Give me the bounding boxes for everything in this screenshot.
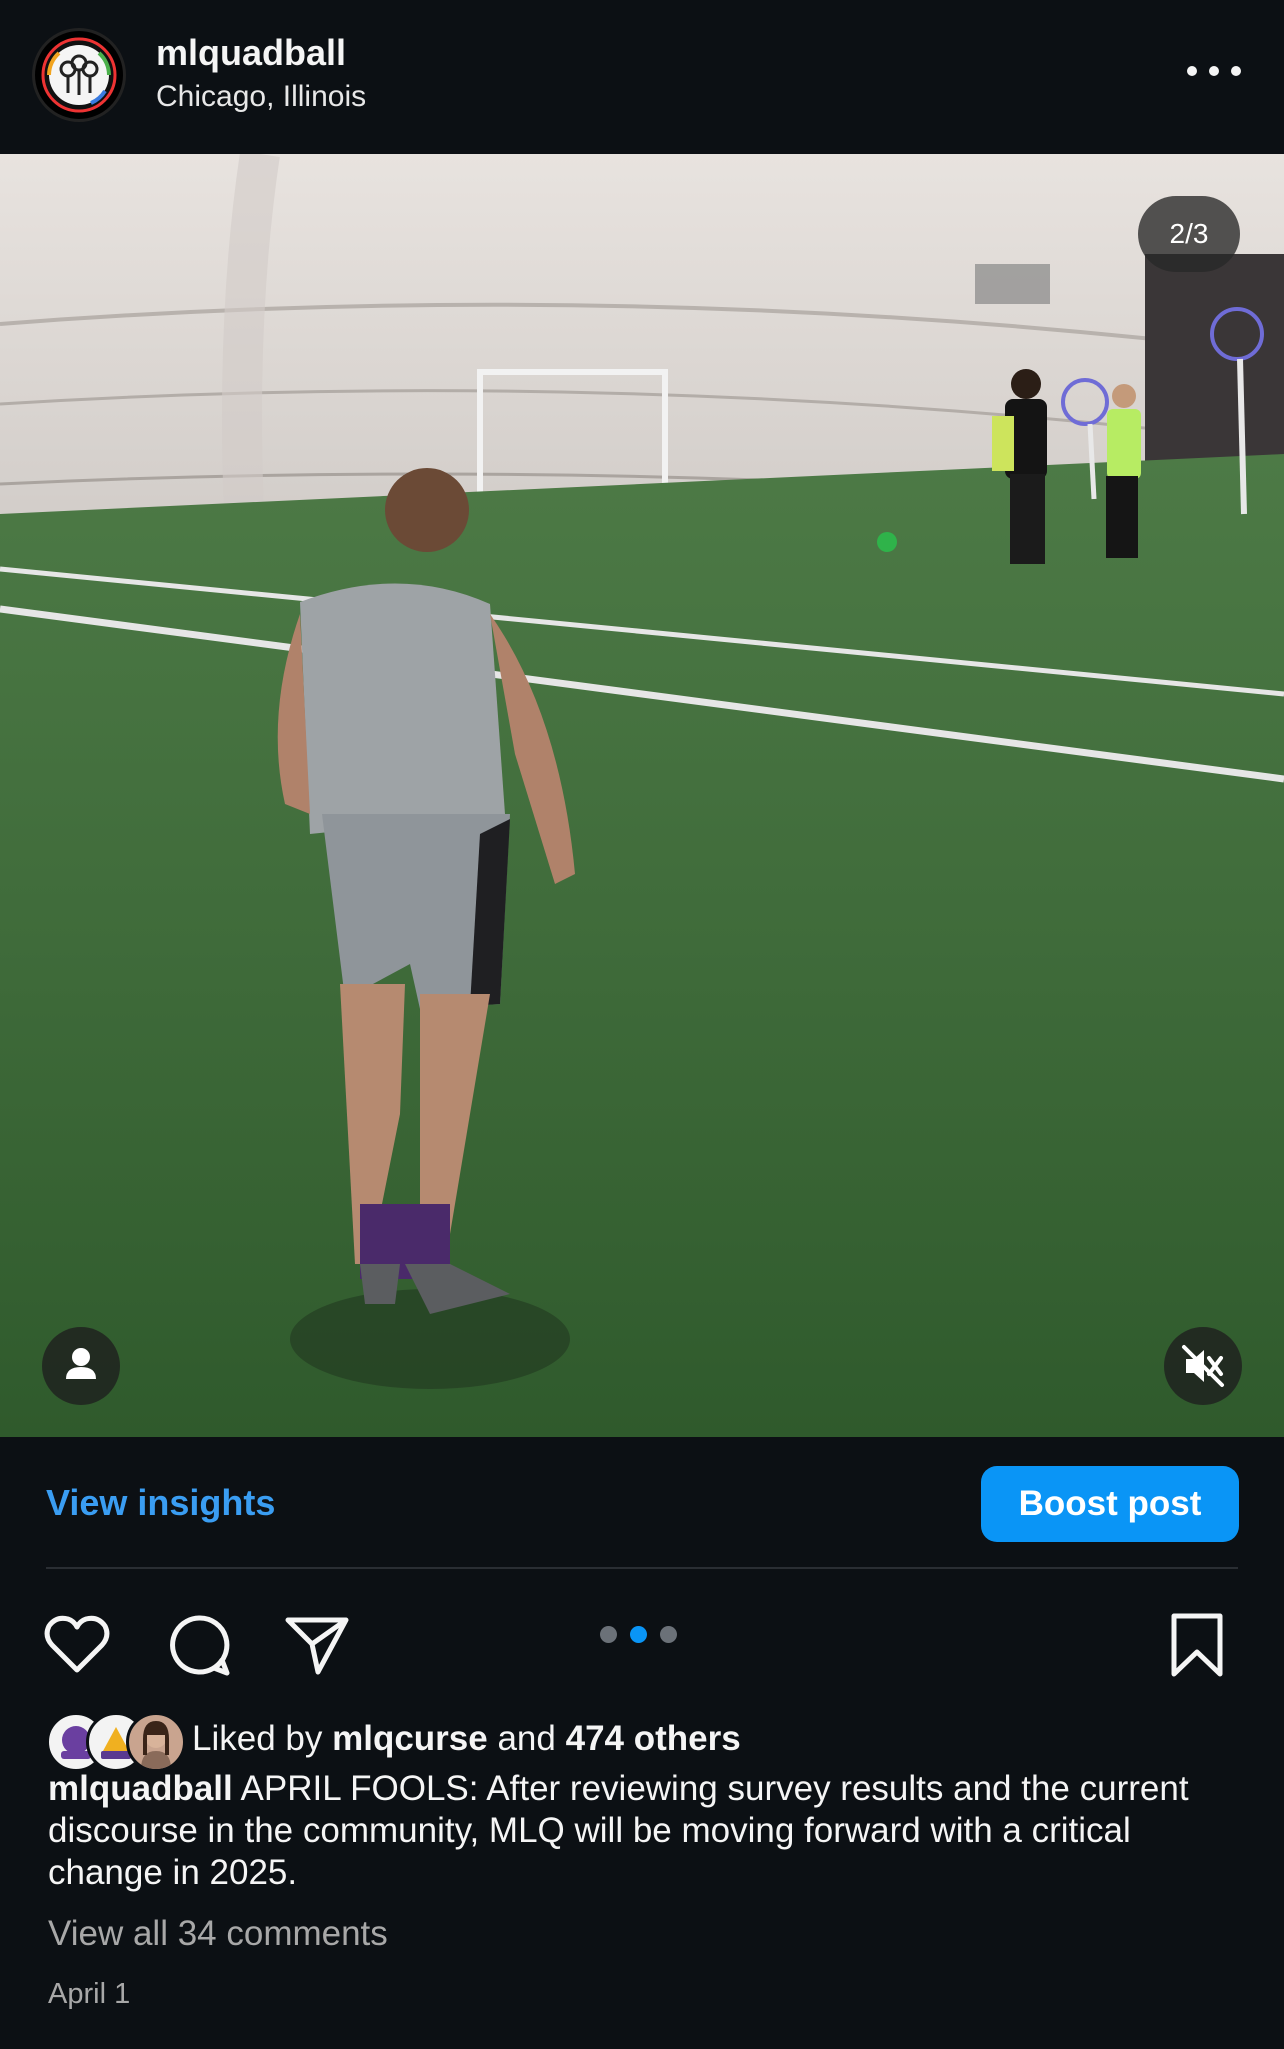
liker-avatar [126,1712,186,1772]
share-paper-plane-icon[interactable] [282,1610,352,1680]
bookmark-save-icon[interactable] [1162,1610,1232,1680]
carousel-dot [600,1626,617,1643]
profile-avatar[interactable] [32,28,126,122]
comment-bubble-icon[interactable] [164,1610,234,1680]
liked-by-prefix: Liked by [192,1719,323,1758]
view-insights-link[interactable]: View insights [46,1482,275,1524]
post-caption: mlquadball APRIL FOOLS: After reviewing … [48,1768,1238,1894]
carousel-counter: 2/3 [1138,196,1240,272]
more-options-icon[interactable] [1184,56,1244,86]
liked-by-connector: and [497,1719,556,1758]
post-username[interactable]: mlquadball [156,32,346,74]
video-frame [0,154,1284,1437]
post-header: mlquadball Chicago, Illinois [0,0,1284,154]
divider [46,1567,1238,1569]
speaker-muted-icon[interactable] [1164,1327,1242,1405]
view-comments-link[interactable]: View all 34 comments [48,1914,388,1954]
post-media[interactable]: 2/3 [0,154,1284,1437]
post-location[interactable]: Chicago, Illinois [156,80,366,114]
carousel-dot [660,1626,677,1643]
liked-by-text[interactable]: Liked by mlqcurse and 474 others [192,1719,741,1759]
liked-by-avatars[interactable] [46,1712,186,1772]
caption-username[interactable]: mlquadball [48,1769,233,1808]
carousel-dot-active [630,1626,647,1643]
like-heart-icon[interactable] [42,1610,112,1680]
boost-post-button[interactable]: Boost post [981,1466,1239,1542]
liked-by-others[interactable]: 474 others [566,1719,741,1758]
person-tag-icon[interactable] [42,1327,120,1405]
post-date: April 1 [48,1978,131,2010]
liked-by-user[interactable]: mlqcurse [332,1719,488,1758]
league-logo-icon [41,37,117,113]
